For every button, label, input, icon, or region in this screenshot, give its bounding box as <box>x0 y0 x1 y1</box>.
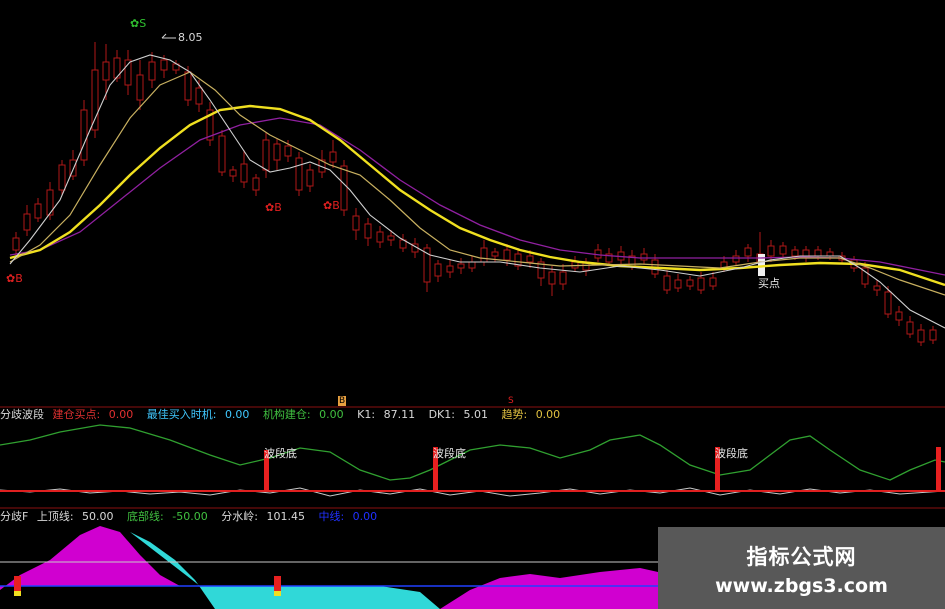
wave-bottom-label: 波段底 <box>715 447 748 460</box>
candle-body <box>273 143 281 161</box>
candle-body <box>663 275 671 291</box>
wave-bottom-label: 波段底 <box>433 447 466 460</box>
candle-body <box>306 169 314 187</box>
candle-body <box>295 157 303 191</box>
panel2-header: 分歧F 上顶线: 50.00 底部线: -50.00 分水岭: 101.45 中… <box>0 510 378 523</box>
magenta-area-right <box>440 568 658 609</box>
candle-body <box>218 135 226 173</box>
candle-body <box>387 235 395 241</box>
candle-body <box>526 255 534 263</box>
buy-signal-marker: ✿B <box>6 272 23 285</box>
candle-body <box>873 285 881 291</box>
candle-body <box>674 279 682 289</box>
candle-body <box>160 59 168 71</box>
candle-body <box>744 247 752 257</box>
panel2-title: 分歧F <box>0 510 29 523</box>
panel1-title: 分歧波段 <box>0 408 44 421</box>
candle-body <box>503 249 511 261</box>
candle-body <box>102 61 110 81</box>
candle-body <box>376 231 384 243</box>
k1-green-line <box>0 424 945 481</box>
candle-body <box>91 69 99 131</box>
magenta-area <box>0 526 180 590</box>
candle-body <box>884 291 892 315</box>
candle-body <box>12 237 20 251</box>
buy-signal-marker: ✿B <box>323 199 340 212</box>
panel1-header: 分歧波段 建仓买点: 0.00 最佳买入时机: 0.00 机构建仓: 0.00 … <box>0 408 561 421</box>
candle-body <box>58 164 66 191</box>
candle-body <box>434 263 442 277</box>
candle-body <box>906 321 914 335</box>
buy-signal-marker: ✿B <box>265 201 282 214</box>
candle-body <box>468 261 476 269</box>
separator-sell-marker: S <box>508 396 514 406</box>
candle-body <box>352 215 360 231</box>
candle-body <box>640 253 648 261</box>
candle-body <box>917 329 925 343</box>
candle-body <box>184 71 192 101</box>
candle-body <box>548 271 556 285</box>
candle-body <box>457 263 465 269</box>
candle-body <box>709 277 717 287</box>
candle-body <box>136 74 144 101</box>
peak-price-label: 8.05 <box>178 31 203 44</box>
candlestick-group <box>12 42 937 346</box>
watermark-url: www.zbgs3.com <box>715 575 888 597</box>
candle-body <box>252 177 260 191</box>
candle-body <box>229 169 237 177</box>
candle-body <box>559 271 567 285</box>
candle-body <box>697 277 705 291</box>
candle-body <box>23 213 31 231</box>
candle-body <box>895 311 903 321</box>
candle-body <box>791 249 799 257</box>
separator-buy-marker: B <box>338 396 347 406</box>
candle-body <box>80 109 88 161</box>
watermark-box: 指标公式网 www.zbgs3.com <box>658 527 945 609</box>
candle-body <box>262 139 270 171</box>
candle-body <box>148 61 156 81</box>
candle-body <box>929 329 937 341</box>
buy-point-label: 买点 <box>758 277 780 290</box>
candle-body <box>826 251 834 257</box>
candle-body <box>364 223 372 239</box>
cyan-area <box>130 532 440 609</box>
candle-body <box>480 247 488 263</box>
candle-body <box>491 251 499 257</box>
candle-body <box>34 203 42 219</box>
candle-body <box>446 265 454 273</box>
candle-body <box>814 249 822 257</box>
candle-body <box>686 279 694 287</box>
candle-body <box>340 165 348 211</box>
candle-body <box>767 245 775 257</box>
sell-signal-marker: ✿S <box>130 17 147 30</box>
candle-body <box>732 255 740 263</box>
watermark-title: 指标公式网 <box>746 545 857 569</box>
bottom-bars <box>264 447 941 491</box>
candle-body <box>240 163 248 183</box>
candle-body <box>195 87 203 105</box>
wave-bottom-label: 波段底 <box>264 447 297 460</box>
candle-body <box>779 245 787 255</box>
candle-body <box>329 151 337 163</box>
candle-body <box>284 145 292 157</box>
